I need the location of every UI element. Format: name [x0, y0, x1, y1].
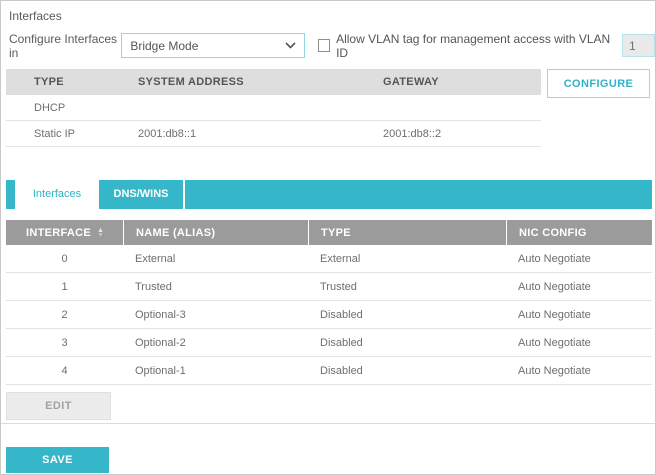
configure-mode-row: Configure Interfaces in Bridge Mode Allo… — [9, 33, 655, 58]
column-header-name-alias[interactable]: NAME (ALIAS) — [123, 220, 308, 245]
interface-nic-config-cell: Auto Negotiate — [506, 337, 652, 349]
interface-type-cell: Trusted — [308, 281, 506, 293]
address-table: TYPE SYSTEM ADDRESS GATEWAY DHCP Static … — [6, 69, 541, 147]
table-row[interactable]: Static IP 2001:db8::1 2001:db8::2 — [6, 121, 541, 147]
allow-vlan-tag-label: Allow VLAN tag for management access wit… — [336, 32, 614, 60]
interface-nic-config-cell: Auto Negotiate — [506, 309, 652, 321]
interface-name-cell: Optional-2 — [123, 337, 308, 349]
table-row[interactable]: 0 External External Auto Negotiate — [6, 245, 652, 273]
interface-mode-value: Bridge Mode — [130, 39, 284, 53]
address-row-type: DHCP — [6, 102, 138, 114]
column-header-gateway: GATEWAY — [383, 76, 541, 88]
address-row-type: Static IP — [6, 128, 138, 140]
table-row[interactable]: 3 Optional-2 Disabled Auto Negotiate — [6, 329, 652, 357]
interface-number-cell: 4 — [6, 365, 123, 377]
configure-button[interactable]: CONFIGURE — [547, 69, 650, 98]
footer-divider — [1, 423, 655, 424]
vlan-id-input[interactable] — [622, 34, 655, 57]
interfaces-table-header: INTERFACE ▲▼ NAME (ALIAS) TYPE NIC CONFI… — [6, 220, 652, 245]
column-header-system-address: SYSTEM ADDRESS — [138, 76, 383, 88]
allow-vlan-tag-checkbox[interactable] — [318, 39, 331, 52]
address-row-system-address: 2001:db8::1 — [138, 128, 383, 140]
tab-bar-filler — [185, 180, 652, 209]
address-table-body: DHCP Static IP 2001:db8::1 2001:db8::2 — [6, 95, 541, 147]
interfaces-table: INTERFACE ▲▼ NAME (ALIAS) TYPE NIC CONFI… — [6, 220, 652, 385]
interface-nic-config-cell: Auto Negotiate — [506, 365, 652, 377]
chevron-down-icon — [285, 42, 296, 49]
interface-name-cell: Trusted — [123, 281, 308, 293]
interface-type-cell: Disabled — [308, 365, 506, 377]
interface-number-cell: 2 — [6, 309, 123, 321]
sort-icon: ▲▼ — [97, 228, 104, 238]
table-row[interactable]: 1 Trusted Trusted Auto Negotiate — [6, 273, 652, 301]
interface-mode-select[interactable]: Bridge Mode — [121, 33, 304, 58]
tab-bar-stub — [6, 180, 15, 209]
interface-name-cell: External — [123, 253, 308, 265]
interface-name-cell: Optional-1 — [123, 365, 308, 377]
column-header-interface[interactable]: INTERFACE ▲▼ — [6, 220, 123, 245]
interface-type-cell: External — [308, 253, 506, 265]
table-row[interactable]: 2 Optional-3 Disabled Auto Negotiate — [6, 301, 652, 329]
interface-nic-config-cell: Auto Negotiate — [506, 253, 652, 265]
tab-dns-wins[interactable]: DNS/WINS — [99, 180, 183, 209]
interface-number-cell: 1 — [6, 281, 123, 293]
interface-name-cell: Optional-3 — [123, 309, 308, 321]
interface-nic-config-cell: Auto Negotiate — [506, 281, 652, 293]
table-row[interactable]: 4 Optional-1 Disabled Auto Negotiate — [6, 357, 652, 385]
interface-number-cell: 3 — [6, 337, 123, 349]
interface-type-cell: Disabled — [308, 309, 506, 321]
column-header-type: TYPE — [6, 76, 138, 88]
address-table-zone: CONFIGURE TYPE SYSTEM ADDRESS GATEWAY DH… — [1, 69, 655, 147]
interfaces-table-body: 0 External External Auto Negotiate 1 Tru… — [6, 245, 652, 385]
tab-interfaces[interactable]: Interfaces — [15, 180, 99, 209]
address-row-gateway: 2001:db8::2 — [383, 128, 541, 140]
tab-bar: Interfaces DNS/WINS — [6, 180, 652, 209]
edit-button[interactable]: EDIT — [6, 392, 111, 420]
column-header-interface-label: INTERFACE — [26, 227, 91, 239]
interface-number-cell: 0 — [6, 253, 123, 265]
table-row[interactable]: DHCP — [6, 95, 541, 121]
column-header-nic-config[interactable]: NIC CONFIG — [506, 220, 652, 245]
interface-type-cell: Disabled — [308, 337, 506, 349]
save-button[interactable]: SAVE — [6, 447, 109, 473]
column-header-type[interactable]: TYPE — [308, 220, 506, 245]
address-table-header: TYPE SYSTEM ADDRESS GATEWAY — [6, 69, 541, 95]
configure-interfaces-label: Configure Interfaces in — [9, 32, 121, 60]
page-title: Interfaces — [9, 9, 655, 23]
